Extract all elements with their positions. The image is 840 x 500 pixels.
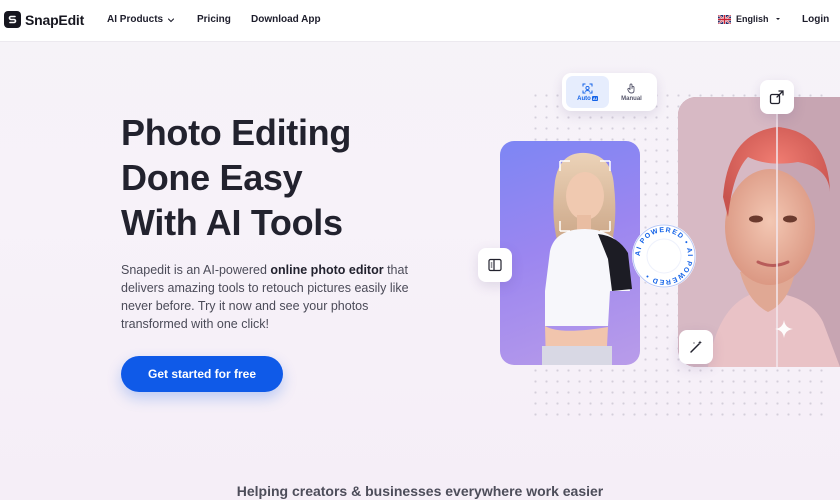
- hero-desc-text: Snapedit is an AI-powered: [121, 263, 271, 277]
- section-heading: Helping creators & businesses everywhere…: [236, 483, 604, 499]
- hero-desc-highlight: online photo editor: [270, 263, 384, 277]
- expand-icon: [769, 90, 784, 105]
- logo[interactable]: SnapEdit: [4, 11, 84, 28]
- portrait-image: [678, 97, 840, 367]
- manual-mode-button[interactable]: Manual: [610, 76, 653, 108]
- nav-download-app-label: Download App: [251, 14, 321, 25]
- auto-mode-button[interactable]: Auto AI: [566, 76, 609, 108]
- uk-flag-icon: [718, 14, 731, 24]
- hero-title-line: Photo Editing: [121, 112, 352, 153]
- magic-wand-icon: [690, 340, 702, 353]
- nav-pricing-label: Pricing: [197, 14, 231, 25]
- sparkle-icon: [775, 320, 793, 338]
- expand-button[interactable]: [760, 80, 794, 114]
- chevron-down-icon: [168, 17, 175, 22]
- nav-pricing[interactable]: Pricing: [197, 14, 231, 25]
- nav-ai-products[interactable]: AI Products: [107, 14, 175, 25]
- auto-mode-text: Auto: [577, 95, 591, 102]
- compare-button[interactable]: [478, 248, 512, 282]
- get-started-button[interactable]: Get started for free: [121, 356, 283, 392]
- hero-title-line: With AI Tools: [121, 202, 343, 243]
- ai-powered-badge: AI POWERED • AI POWERED •: [632, 224, 696, 288]
- language-selector[interactable]: English: [718, 14, 782, 24]
- person-image: [542, 152, 632, 365]
- ai-tag: AI: [591, 95, 598, 101]
- hero-description: Snapedit is an AI-powered online photo e…: [121, 261, 421, 333]
- mode-toggle: Auto AI Manual: [562, 73, 657, 111]
- magic-wand-button[interactable]: [679, 330, 713, 364]
- language-label: English: [736, 14, 769, 24]
- login-link[interactable]: Login: [802, 14, 829, 25]
- chevron-down-icon: [775, 18, 780, 20]
- before-photo-card: [500, 141, 640, 365]
- scan-face-icon: [582, 83, 593, 93]
- logo-text: SnapEdit: [25, 11, 85, 28]
- nav-download-app[interactable]: Download App: [251, 14, 321, 25]
- manual-mode-label: Manual: [621, 95, 642, 102]
- after-photo-card: [678, 97, 840, 367]
- top-nav: SnapEdit AI Products Pricing Download Ap…: [0, 0, 840, 42]
- logo-icon: [4, 11, 21, 28]
- hero-title: Photo Editing Done Easy With AI Tools: [121, 110, 421, 245]
- nav-ai-products-label: AI Products: [107, 14, 164, 25]
- hero-title-line: Done Easy: [121, 157, 303, 198]
- auto-mode-label: Auto AI: [577, 95, 598, 102]
- compare-icon: [488, 258, 502, 272]
- hand-pointer-icon: [627, 83, 635, 93]
